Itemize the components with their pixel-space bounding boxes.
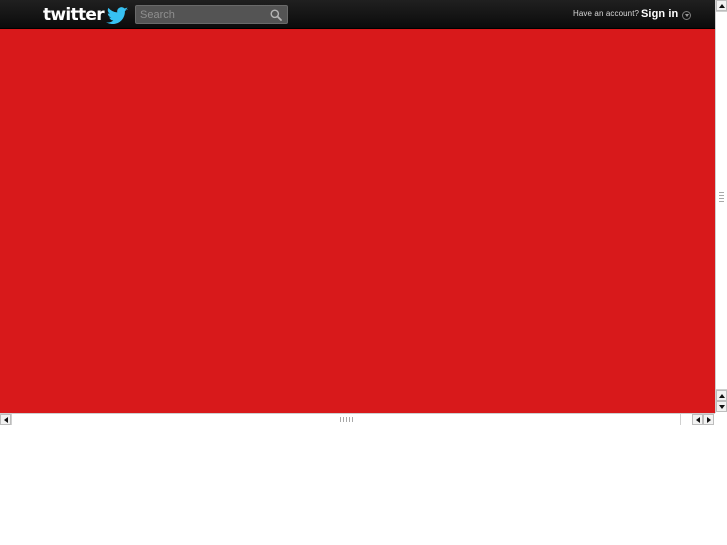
arrow-right-icon <box>707 417 711 423</box>
account-prompt: Have an account? <box>573 9 640 18</box>
arrow-down-icon <box>719 405 725 409</box>
search-input[interactable] <box>139 7 266 22</box>
browser-viewport: twitter Have an account? Sign in <box>0 0 727 425</box>
scroll-up-button[interactable] <box>716 0 727 11</box>
scroll-left-button-secondary[interactable] <box>692 414 703 425</box>
sign-in-button[interactable]: Sign in <box>641 7 692 21</box>
arrow-up-icon <box>719 394 725 398</box>
twitter-bird-icon <box>105 7 128 24</box>
logo-text: twitter <box>43 5 105 25</box>
scroll-down-button[interactable] <box>716 401 727 412</box>
arrow-left-icon <box>4 417 8 423</box>
sign-in-label: Sign in <box>641 8 679 20</box>
scroll-right-button[interactable] <box>703 414 714 425</box>
scroll-up-button-secondary[interactable] <box>716 390 727 401</box>
page-content <box>0 0 715 413</box>
horizontal-scrollbar[interactable] <box>0 413 715 425</box>
vertical-scroll-thumb[interactable] <box>716 11 727 390</box>
scroll-left-button[interactable] <box>0 414 11 425</box>
horizontal-scroll-thumb[interactable] <box>11 414 681 425</box>
grip-icon <box>340 417 354 422</box>
twitter-logo[interactable]: twitter <box>43 4 129 26</box>
grip-icon <box>719 192 724 204</box>
search-icon[interactable] <box>270 9 282 21</box>
chevron-down-icon[interactable] <box>682 10 692 20</box>
arrow-left-icon <box>696 417 700 423</box>
arrow-up-icon <box>719 4 725 8</box>
vertical-scrollbar[interactable] <box>715 0 727 413</box>
topbar: twitter Have an account? Sign in <box>0 0 715 29</box>
search-box <box>135 5 288 24</box>
scrollbar-corner <box>715 413 727 425</box>
